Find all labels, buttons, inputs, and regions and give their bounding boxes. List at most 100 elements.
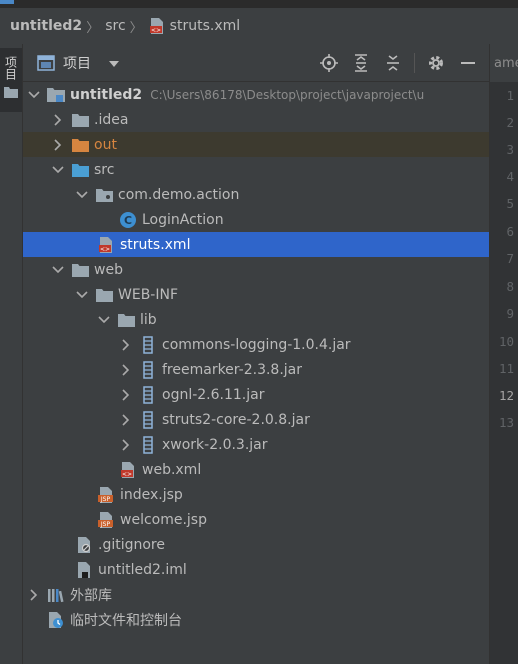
tree-node-label: WEB-INF: [118, 286, 178, 303]
chevron-right-icon[interactable]: [119, 338, 133, 352]
project-tool-tab-label: 项目: [3, 56, 18, 80]
svg-text:JSP: JSP: [100, 496, 111, 503]
jar-icon: [139, 435, 157, 454]
excluded-folder-icon: [71, 136, 89, 154]
tree-node-label: 临时文件和控制台: [70, 612, 182, 629]
locate-file-icon[interactable]: [318, 52, 340, 74]
toolbar-divider: [414, 53, 415, 73]
jar-icon: [139, 360, 157, 379]
chevron-right-icon[interactable]: [119, 438, 133, 452]
tree-node-external-libraries[interactable]: 外部库: [23, 582, 489, 607]
collapse-all-icon[interactable]: [382, 52, 404, 74]
ignore-file-icon: [75, 536, 93, 554]
svg-text:<>: <>: [100, 246, 110, 253]
line-number: 8: [506, 279, 514, 294]
hide-panel-icon[interactable]: [457, 52, 479, 74]
folder-icon: [95, 286, 113, 304]
tree-node-label: struts.xml: [120, 236, 191, 253]
tree-node-index-jsp[interactable]: JSP index.jsp: [23, 482, 489, 507]
xml-file-icon: <>: [97, 236, 115, 254]
line-number: 13: [498, 415, 514, 430]
project-tree: untitled2 C:\Users\86178\Desktop\project…: [23, 82, 489, 664]
folder-icon: [4, 86, 18, 98]
chevron-down-icon[interactable]: [51, 263, 65, 277]
tree-node-iml[interactable]: untitled2.iml: [23, 557, 489, 582]
editor-tab-fragment[interactable]: ame: [490, 44, 518, 82]
tree-node-web[interactable]: web: [23, 257, 489, 282]
chevron-down-icon[interactable]: [75, 288, 89, 302]
tree-node-loginaction[interactable]: C LoginAction: [23, 207, 489, 232]
top-strip: [0, 0, 518, 6]
tree-node-label: untitled2.iml: [98, 561, 187, 578]
chevron-down-icon[interactable]: [97, 313, 111, 327]
chevron-down-icon[interactable]: [51, 163, 65, 177]
tree-node-welcome-jsp[interactable]: JSP welcome.jsp: [23, 507, 489, 532]
editor-gutter: ame 1 2 3 4 5 6 7 8 9 10 11 12 13: [489, 44, 518, 664]
chevron-right-icon[interactable]: [119, 363, 133, 377]
line-number: 11: [498, 361, 514, 376]
breadcrumb-project[interactable]: untitled2: [10, 18, 82, 34]
tree-node-label: LoginAction: [142, 211, 224, 228]
jar-icon: [139, 335, 157, 354]
breadcrumb-file[interactable]: <> struts.xml: [149, 17, 240, 35]
jsp-file-icon: JSP: [97, 486, 115, 504]
tree-node-label: web.xml: [142, 461, 202, 478]
navigation-bar: untitled2 〉 src 〉 <> struts.xml: [0, 8, 518, 44]
tree-node-jar[interactable]: struts2-core-2.0.8.jar: [23, 407, 489, 432]
chevron-right-icon[interactable]: [51, 138, 65, 152]
tree-node-scratches[interactable]: 临时文件和控制台: [23, 607, 489, 632]
expand-all-icon[interactable]: [350, 52, 372, 74]
tree-node-jar[interactable]: ognl-2.6.11.jar: [23, 382, 489, 407]
chevron-right-icon[interactable]: [51, 113, 65, 127]
tree-node-jar[interactable]: xwork-2.0.3.jar: [23, 432, 489, 457]
line-number: 5: [506, 196, 514, 211]
tree-node-web-xml[interactable]: <> web.xml: [23, 457, 489, 482]
tree-node-label: untitled2: [70, 86, 143, 103]
svg-text:C: C: [124, 214, 132, 227]
package-icon: [95, 186, 113, 204]
tree-node-label: .idea: [94, 111, 129, 128]
gear-icon[interactable]: [425, 52, 447, 74]
left-tool-bar: 项目: [0, 44, 23, 664]
breadcrumb-project-label: untitled2: [10, 18, 83, 34]
chevron-down-icon[interactable]: [75, 188, 89, 202]
project-panel-header: 项目: [23, 44, 489, 82]
project-path: C:\Users\86178\Desktop\project\javaproje…: [150, 87, 425, 102]
tree-node-src[interactable]: src: [23, 157, 489, 182]
tree-node-gitignore[interactable]: .gitignore: [23, 532, 489, 557]
folder-icon: [71, 111, 89, 129]
tree-node-web-inf[interactable]: WEB-INF: [23, 282, 489, 307]
tree-node-package[interactable]: com.demo.action: [23, 182, 489, 207]
tree-node-label: index.jsp: [120, 486, 183, 503]
tree-node-jar[interactable]: commons-logging-1.0.4.jar: [23, 332, 489, 357]
xml-file-icon: <>: [149, 17, 165, 35]
tree-node-root[interactable]: untitled2 C:\Users\86178\Desktop\project…: [23, 82, 489, 107]
jsp-file-icon: JSP: [97, 511, 115, 529]
project-view-selector[interactable]: 项目: [37, 53, 119, 73]
tree-node-idea[interactable]: .idea: [23, 107, 489, 132]
chevron-right-icon[interactable]: [119, 388, 133, 402]
chevron-right-icon[interactable]: [27, 588, 41, 602]
chevron-down-icon[interactable]: [27, 88, 41, 102]
line-number: 1: [506, 88, 514, 103]
tree-node-label: com.demo.action: [118, 186, 240, 203]
breadcrumb-folder[interactable]: src: [105, 18, 125, 34]
jar-icon: [139, 410, 157, 429]
chevron-right-icon: 〉: [86, 20, 100, 36]
tree-node-jar[interactable]: freemarker-2.3.8.jar: [23, 357, 489, 382]
java-class-icon: C: [119, 211, 137, 229]
tree-node-label: xwork-2.0.3.jar: [162, 436, 268, 453]
scratches-console-icon: [47, 611, 65, 629]
tree-node-struts-xml[interactable]: <> struts.xml: [23, 232, 489, 257]
line-number: 10: [498, 334, 514, 349]
source-folder-icon: [71, 161, 89, 179]
project-tool-tab[interactable]: 项目: [0, 48, 22, 112]
tree-node-out[interactable]: out: [23, 132, 489, 157]
folder-icon: [71, 261, 89, 279]
tree-node-lib[interactable]: lib: [23, 307, 489, 332]
svg-text:JSP: JSP: [100, 521, 111, 528]
chevron-right-icon[interactable]: [119, 413, 133, 427]
tree-node-label: src: [94, 161, 115, 178]
tree-node-label: out: [94, 136, 117, 153]
chevron-right-icon: 〉: [129, 20, 143, 36]
